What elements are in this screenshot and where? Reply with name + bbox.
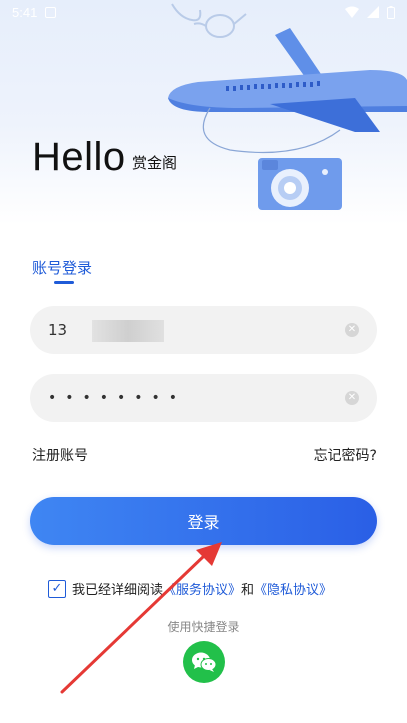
clear-phone-icon[interactable]: ✕ xyxy=(345,323,359,337)
wifi-icon xyxy=(345,6,359,18)
agreement-and: 和 xyxy=(241,583,255,598)
travel-illustration xyxy=(168,3,407,210)
wechat-login-button[interactable] xyxy=(183,641,225,683)
camera-icon xyxy=(258,158,342,210)
tab-account-login[interactable]: 账号登录 xyxy=(32,257,92,278)
register-link[interactable]: 注册账号 xyxy=(32,445,88,465)
signal-icon xyxy=(367,6,379,18)
wechat-icon xyxy=(192,652,217,672)
status-time: 5:41 xyxy=(12,4,38,20)
hello-title: Hello xyxy=(32,135,126,179)
service-agreement-link[interactable]: 《服务协议》 xyxy=(163,579,241,598)
battery-icon xyxy=(387,5,395,19)
forgot-password-link[interactable]: 忘记密码? xyxy=(314,445,377,465)
header-illustration-area: 5:41 Hello 赏金阁 xyxy=(0,0,407,225)
redaction-mask xyxy=(92,320,164,342)
password-field[interactable]: •••••••• ✕ xyxy=(30,374,377,422)
agreement-row: ✓ 我已经详细阅读 《服务协议》 和 《隐私协议》 xyxy=(48,579,332,598)
phone-field[interactable]: ✕ xyxy=(30,306,377,354)
agreement-checkbox[interactable]: ✓ xyxy=(48,579,66,598)
password-input[interactable]: •••••••• xyxy=(48,390,345,406)
privacy-agreement-link[interactable]: 《隐私协议》 xyxy=(254,579,332,598)
login-button[interactable]: 登录 xyxy=(30,497,377,545)
status-bar: 5:41 xyxy=(0,0,407,24)
tab-underline xyxy=(54,281,74,284)
notification-icon xyxy=(45,6,57,18)
app-name: 赏金阁 xyxy=(132,154,178,172)
agreement-prefix: 我已经详细阅读 xyxy=(72,583,164,598)
account-links: 注册账号 忘记密码? xyxy=(32,445,377,465)
clear-password-icon[interactable]: ✕ xyxy=(345,391,359,405)
quick-login-label: 使用快捷登录 xyxy=(167,620,240,634)
